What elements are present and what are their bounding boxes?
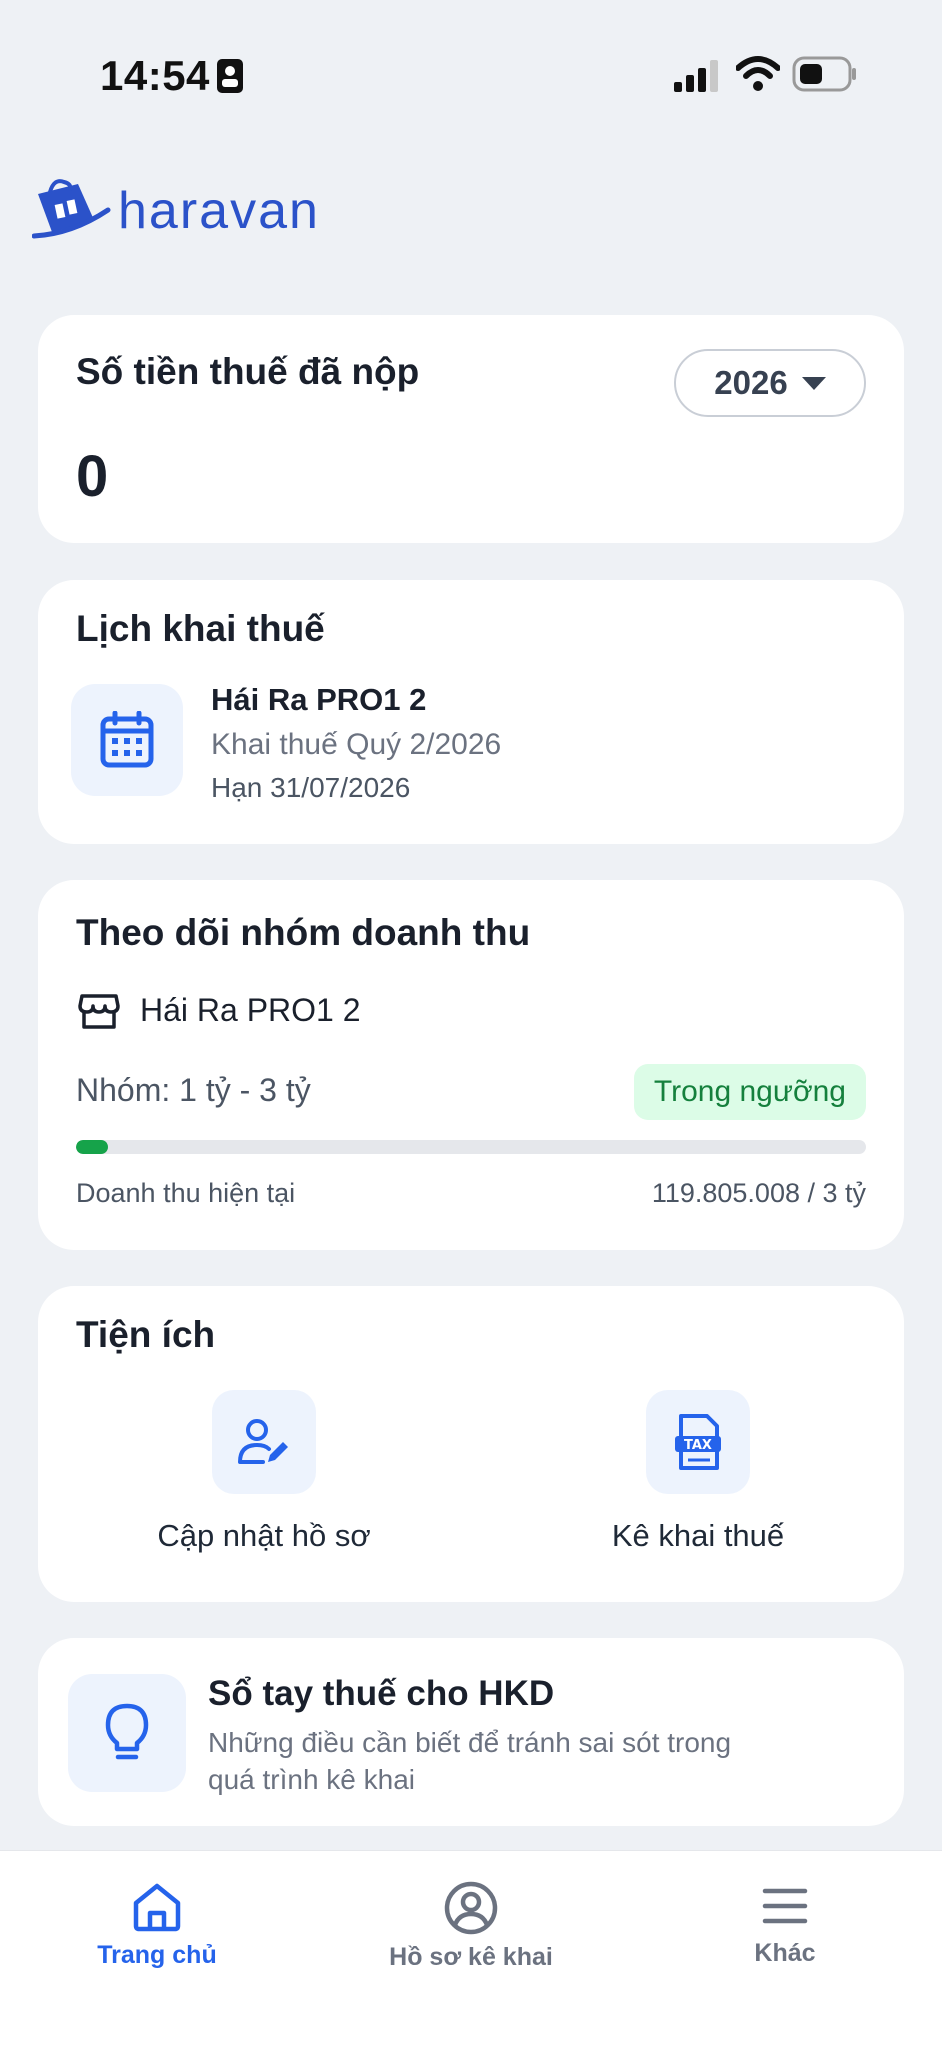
tax-paid-title: Số tiền thuế đã nộp bbox=[76, 351, 420, 392]
year-select[interactable]: 2026 bbox=[674, 349, 866, 417]
home-icon bbox=[133, 1883, 181, 1932]
update-profile-label[interactable]: Cập nhật hồ sơ bbox=[114, 1518, 414, 1554]
handbook-title: Sổ tay thuế cho HKD bbox=[208, 1674, 555, 1713]
tax-declaration-label[interactable]: Kê khai thuế bbox=[548, 1518, 848, 1554]
nav-more-label: Khác bbox=[754, 1939, 816, 1967]
cellular-signal-icon bbox=[674, 60, 718, 92]
tax-paid-amount: 0 bbox=[76, 444, 109, 509]
utilities-card: Tiện ích Cập nhật hồ sơ TAX Kê khai thuế bbox=[38, 1286, 904, 1602]
revenue-tracking-card[interactable]: Theo dõi nhóm doanh thu Hái Ra PRO1 2 Nh… bbox=[38, 880, 904, 1250]
brand-logo: haravan bbox=[32, 176, 320, 246]
handbook-card[interactable]: Sổ tay thuế cho HKD Những điều cần biết … bbox=[38, 1638, 904, 1826]
nav-home-label: Trang chủ bbox=[97, 1941, 217, 1969]
lightbulb-icon bbox=[105, 1703, 149, 1760]
wifi-icon bbox=[736, 56, 780, 91]
user-circle-icon bbox=[444, 1881, 498, 1935]
caret-down-icon bbox=[801, 376, 826, 390]
revenue-progress-fill bbox=[76, 1140, 108, 1154]
tax-document-icon: TAX bbox=[675, 1414, 721, 1470]
revenue-progress-bar bbox=[76, 1140, 866, 1154]
nav-home[interactable]: Trang chủ bbox=[47, 1881, 267, 1970]
nav-declaration-profile-label: Hồ sơ kê khai bbox=[389, 1943, 553, 1971]
status-bar: 14:54 bbox=[0, 0, 942, 150]
nav-more[interactable]: Khác bbox=[675, 1881, 895, 1968]
battery-icon bbox=[792, 56, 856, 92]
menu-icon bbox=[762, 1888, 808, 1924]
store-icon bbox=[78, 994, 120, 1029]
revenue-group: Nhóm: 1 tỷ - 3 tỷ bbox=[76, 1072, 311, 1108]
update-profile-button[interactable] bbox=[212, 1390, 316, 1494]
brand-name: haravan bbox=[118, 182, 320, 240]
shopping-bag-logo-icon bbox=[32, 179, 111, 239]
svg-text:TAX: TAX bbox=[684, 1438, 712, 1453]
year-select-value: 2026 bbox=[714, 364, 788, 401]
revenue-tracking-title: Theo dõi nhóm doanh thu bbox=[76, 912, 531, 953]
utilities-title: Tiện ích bbox=[76, 1314, 216, 1355]
status-time: 14:54 bbox=[100, 52, 210, 99]
nav-declaration-profile[interactable]: Hồ sơ kê khai bbox=[361, 1881, 581, 1972]
tax-calendar-card[interactable]: Lịch khai thuế Hái Ra PRO1 2 Khai thuế Q… bbox=[38, 580, 904, 844]
revenue-shop-name: Hái Ra PRO1 2 bbox=[140, 992, 361, 1028]
handbook-description: Những điều cần biết để tránh sai sót tro… bbox=[208, 1727, 732, 1795]
id-card-icon bbox=[217, 59, 243, 93]
lightbulb-icon-tile bbox=[68, 1674, 186, 1792]
user-edit-icon bbox=[238, 1419, 288, 1464]
status-badge: Trong ngưỡng bbox=[633, 1064, 866, 1120]
calendar-period: Khai thuế Quý 2/2026 bbox=[211, 728, 502, 761]
calendar-shop-name: Hái Ra PRO1 2 bbox=[211, 682, 427, 717]
tax-declaration-button[interactable]: TAX bbox=[646, 1390, 750, 1494]
calendar-deadline: Hạn 31/07/2026 bbox=[211, 772, 411, 803]
current-revenue-label: Doanh thu hiện tại bbox=[76, 1178, 296, 1208]
current-revenue-value: 119.805.008 / 3 tỷ bbox=[651, 1178, 866, 1208]
calendar-icon-tile bbox=[71, 684, 183, 796]
calendar-icon bbox=[100, 711, 154, 768]
tax-paid-card: Số tiền thuế đã nộp 0 2026 bbox=[38, 315, 904, 543]
tax-calendar-title: Lịch khai thuế bbox=[76, 608, 325, 649]
bottom-navigation: Trang chủ Hồ sơ kê khai Khác bbox=[0, 1850, 942, 2049]
